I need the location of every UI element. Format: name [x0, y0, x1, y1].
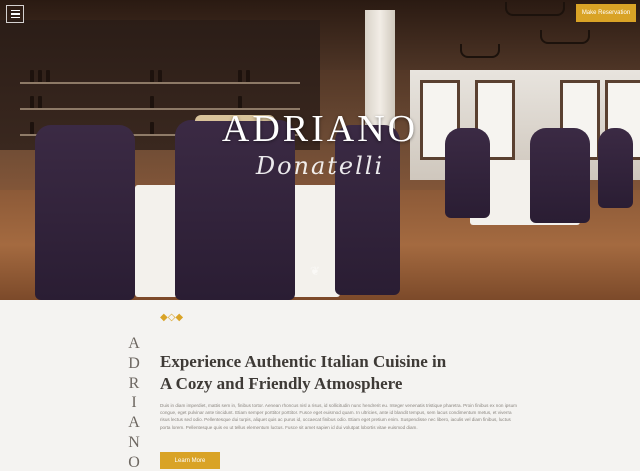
section-headline: Experience Authentic Italian Cuisine in … — [160, 351, 520, 395]
vertical-brand-word: A D R I A N O — [126, 335, 142, 471]
bottle — [158, 70, 162, 82]
vertical-letter: A — [128, 414, 140, 432]
bottle — [238, 70, 242, 82]
vertical-letter: A — [128, 335, 140, 352]
headline-line-2: A Cozy and Friendly Atmosphere — [160, 374, 403, 393]
bottle — [30, 96, 34, 108]
bottle — [38, 70, 42, 82]
hero-banner: ADRIANO Donatelli ❦ — [0, 0, 640, 300]
bottle — [38, 96, 42, 108]
vertical-letter: D — [128, 354, 140, 372]
section-body: Duis in diam imperdiet, mattis sem in, f… — [160, 403, 517, 430]
vertical-letter: O — [128, 453, 140, 471]
make-reservation-button[interactable]: Make Reservation — [576, 4, 636, 22]
bottle — [46, 70, 50, 82]
bottle — [30, 70, 34, 82]
chandelier — [540, 30, 590, 44]
brand-logo: ADRIANO Donatelli — [0, 110, 640, 180]
learn-more-button[interactable]: Learn More — [160, 452, 220, 469]
bottle — [150, 70, 154, 82]
hamburger-icon — [10, 9, 20, 12]
bottle — [246, 70, 250, 82]
shelf — [20, 82, 300, 84]
flourish-icon: ❦ — [310, 264, 321, 278]
bottle — [238, 96, 242, 108]
about-section: A D R I A N O ◆◇◆ Experience Authentic I… — [0, 300, 640, 471]
vertical-letter: R — [128, 374, 140, 392]
vertical-letter: I — [131, 394, 137, 412]
hamburger-menu-button[interactable] — [6, 5, 24, 23]
ornament-icon: ◆◇◆ — [160, 312, 184, 323]
chandelier — [505, 2, 565, 16]
bottle — [150, 96, 154, 108]
logo-title: ADRIANO — [221, 108, 419, 150]
headline-line-1: Experience Authentic Italian Cuisine in — [160, 352, 447, 371]
vertical-letter: N — [128, 433, 140, 451]
chandelier — [460, 44, 500, 58]
logo-script: Donatelli — [255, 152, 385, 180]
